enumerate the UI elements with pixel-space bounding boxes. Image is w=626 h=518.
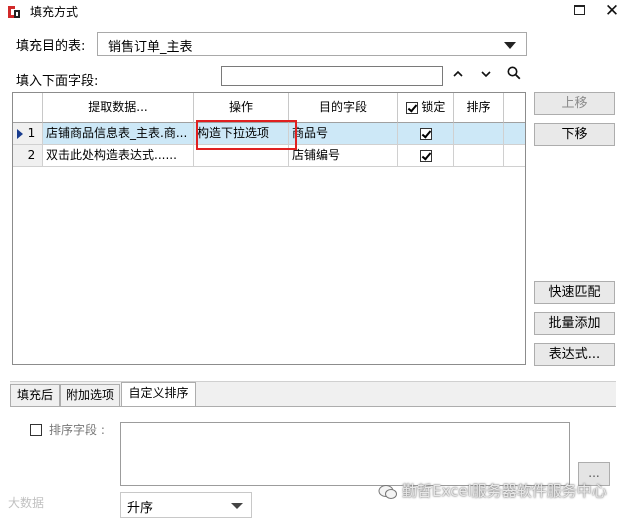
app-logo-icon xyxy=(6,4,22,20)
dropdown-arrow-icon xyxy=(504,42,516,49)
cell-source[interactable]: 双击此处构造表达式...... xyxy=(43,145,194,167)
window-title: 填充方式 xyxy=(30,5,79,19)
sort-field-textarea[interactable] xyxy=(120,422,570,486)
maximize-button[interactable] xyxy=(574,5,585,15)
lock-checkbox[interactable] xyxy=(419,149,432,162)
sort-field-checkbox[interactable] xyxy=(30,424,42,436)
row-header[interactable]: 2 xyxy=(13,145,43,167)
watermark-right: 勤哲Excel服务器软件服务中心 xyxy=(402,482,607,500)
sort-field-label: 排序字段 : xyxy=(49,423,105,437)
column-header-filler xyxy=(504,93,525,123)
cell-filler xyxy=(504,123,525,145)
lock-header-label: 锁定 xyxy=(421,100,446,114)
tab-custom-sort[interactable]: 自定义排序 xyxy=(121,382,196,407)
search-prev-button[interactable] xyxy=(447,66,469,86)
target-table-value: 销售订单_主表 xyxy=(108,40,193,55)
field-mapping-grid[interactable]: 提取数据... 操作 目的字段 锁定 排序 1 店铺商品信息表_主表.商... … xyxy=(12,92,526,365)
sort-order-value: 升序 xyxy=(127,501,154,516)
row-number: 2 xyxy=(27,148,36,162)
search-icon xyxy=(507,66,521,80)
move-down-button[interactable]: 下移 xyxy=(534,123,615,146)
current-row-icon xyxy=(17,129,23,139)
fields-label: 填入下面字段: xyxy=(16,74,99,89)
tab-content: 排序字段 : ... 升序 xyxy=(10,406,616,518)
cell-target-field[interactable]: 商品号 xyxy=(289,123,398,145)
tab-extra-options[interactable]: 附加选项 xyxy=(60,384,120,406)
highlight-box xyxy=(196,120,297,150)
sort-order-select[interactable]: 升序 xyxy=(120,492,252,518)
target-table-select[interactable]: 销售订单_主表 xyxy=(97,32,527,56)
lock-checkbox[interactable] xyxy=(419,127,432,140)
column-header-lock[interactable]: 锁定 xyxy=(398,93,454,123)
column-header-sort[interactable]: 排序 xyxy=(454,93,504,123)
dropdown-arrow-icon xyxy=(231,503,243,509)
row-number: 1 xyxy=(27,126,36,140)
tab-after-fill[interactable]: 填充后 xyxy=(10,384,60,406)
title-bar: 填充方式 ✕ xyxy=(0,0,626,24)
expression-button[interactable]: 表达式... xyxy=(534,343,615,366)
row-header[interactable]: 1 xyxy=(13,123,43,145)
cell-lock[interactable] xyxy=(398,123,454,145)
chevron-down-icon xyxy=(481,71,491,78)
column-header-source[interactable]: 提取数据... xyxy=(43,93,194,123)
grid-corner-header xyxy=(13,93,43,123)
column-header-target-field[interactable]: 目的字段 xyxy=(289,93,398,123)
column-header-operation[interactable]: 操作 xyxy=(194,93,289,123)
watermark-left: 大数据 xyxy=(8,496,45,510)
close-button[interactable]: ✕ xyxy=(603,1,621,21)
target-table-label: 填充目的表: xyxy=(16,39,86,54)
search-button[interactable] xyxy=(503,66,525,86)
search-next-button[interactable] xyxy=(475,66,497,86)
chevron-up-icon xyxy=(453,70,463,77)
cell-sort[interactable] xyxy=(454,123,504,145)
move-up-button[interactable]: 上移 xyxy=(534,92,615,115)
batch-add-button[interactable]: 批量添加 xyxy=(534,312,615,335)
lock-all-checkbox[interactable] xyxy=(405,101,418,114)
cell-target-field[interactable]: 店铺编号 xyxy=(289,145,398,167)
cell-source[interactable]: 店铺商品信息表_主表.商... xyxy=(43,123,194,145)
cell-filler xyxy=(504,145,525,167)
cell-lock[interactable] xyxy=(398,145,454,167)
quick-match-button[interactable]: 快速匹配 xyxy=(534,281,615,304)
field-search-input[interactable] xyxy=(221,66,443,86)
cell-sort[interactable] xyxy=(454,145,504,167)
